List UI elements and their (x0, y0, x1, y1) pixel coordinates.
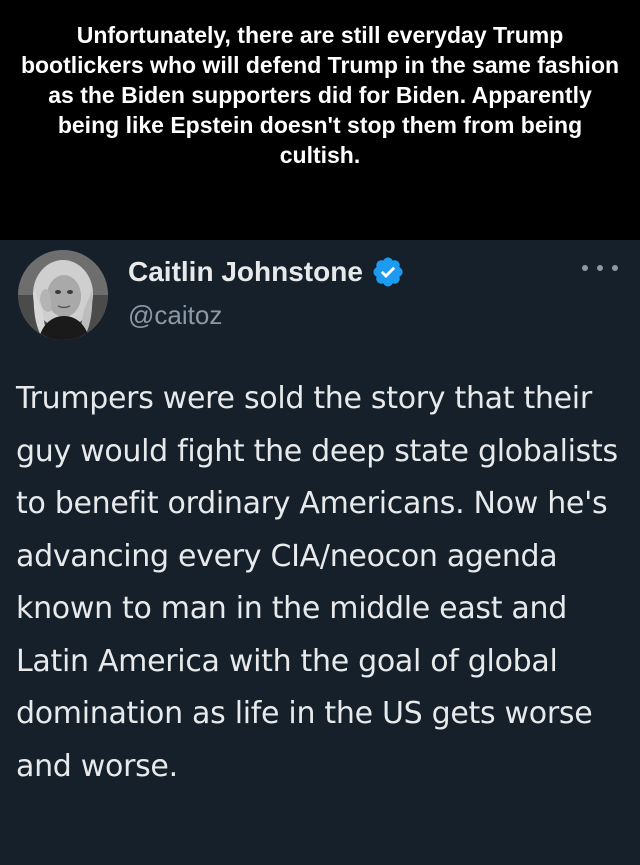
avatar-portrait-image (18, 250, 108, 340)
meme-page: Unfortunately, there are still everyday … (0, 0, 640, 865)
meme-caption: Unfortunately, there are still everyday … (0, 0, 640, 240)
more-dot (612, 265, 618, 271)
more-options-icon[interactable] (582, 260, 618, 276)
author-display-name[interactable]: Caitlin Johnstone (128, 256, 363, 288)
more-dot (597, 265, 603, 271)
more-dot (582, 265, 588, 271)
author-name-row: Caitlin Johnstone (128, 252, 405, 292)
verified-badge-icon (371, 255, 405, 289)
author-handle[interactable]: @caitoz (128, 300, 222, 331)
caption-text: Unfortunately, there are still everyday … (20, 22, 620, 168)
tweet-card: Caitlin Johnstone @caitoz Trumpers were … (0, 240, 640, 865)
avatar[interactable] (18, 250, 108, 340)
tweet-body-text: Trumpers were sold the story that their … (16, 381, 618, 784)
